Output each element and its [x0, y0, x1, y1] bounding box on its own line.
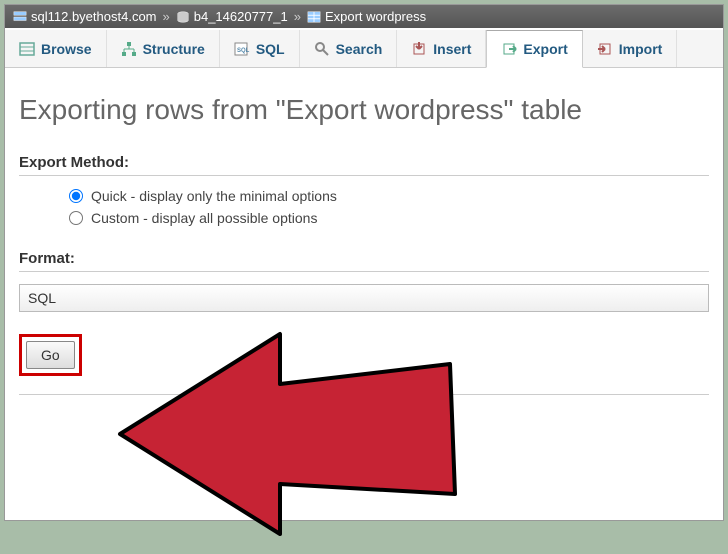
tab-browse[interactable]: Browse: [5, 30, 107, 67]
radio-custom[interactable]: Custom - display all possible options: [69, 210, 709, 226]
breadcrumb: sql112.byethost4.com » b4_14620777_1 » E…: [5, 5, 723, 28]
tab-structure[interactable]: Structure: [107, 30, 220, 67]
radio-custom-input[interactable]: [69, 211, 83, 225]
radio-custom-label: Custom - display all possible options: [91, 210, 317, 226]
search-icon: [314, 41, 330, 57]
breadcrumb-separator: »: [294, 9, 301, 24]
breadcrumb-table-text: Export wordpress: [325, 9, 426, 24]
tab-export-label: Export: [523, 41, 567, 57]
tab-search[interactable]: Search: [300, 30, 398, 67]
breadcrumb-database[interactable]: b4_14620777_1: [176, 9, 288, 24]
insert-icon: [411, 41, 427, 57]
tab-sql[interactable]: SQL SQL: [220, 30, 300, 67]
radio-quick-input[interactable]: [69, 189, 83, 203]
database-icon: [176, 10, 190, 24]
tab-structure-label: Structure: [143, 41, 205, 57]
tab-insert-label: Insert: [433, 41, 471, 57]
tab-search-label: Search: [336, 41, 383, 57]
main-content: Exporting rows from "Export wordpress" t…: [5, 68, 723, 407]
export-method-label: Export Method:: [19, 154, 709, 176]
tab-insert[interactable]: Insert: [397, 30, 486, 67]
format-value: SQL: [28, 290, 56, 306]
radio-quick-label: Quick - display only the minimal options: [91, 188, 337, 204]
app-frame: sql112.byethost4.com » b4_14620777_1 » E…: [4, 4, 724, 521]
breadcrumb-server-text: sql112.byethost4.com: [31, 9, 157, 24]
breadcrumb-separator: »: [163, 9, 170, 24]
tab-export[interactable]: Export: [486, 30, 582, 68]
go-button[interactable]: Go: [26, 341, 75, 369]
tab-import[interactable]: Import: [583, 30, 678, 67]
tab-import-label: Import: [619, 41, 663, 57]
go-highlight: Go: [19, 334, 82, 376]
export-icon: [501, 41, 517, 57]
tab-browse-label: Browse: [41, 41, 92, 57]
breadcrumb-server[interactable]: sql112.byethost4.com: [13, 9, 157, 24]
radio-quick[interactable]: Quick - display only the minimal options: [69, 188, 709, 204]
import-icon: [597, 41, 613, 57]
sql-icon: SQL: [234, 41, 250, 57]
page-title: Exporting rows from "Export wordpress" t…: [19, 94, 709, 126]
browse-icon: [19, 41, 35, 57]
format-select[interactable]: SQL: [19, 284, 709, 312]
export-method-group: Quick - display only the minimal options…: [69, 188, 709, 226]
table-icon: [307, 10, 321, 24]
format-label: Format:: [19, 250, 709, 272]
structure-icon: [121, 41, 137, 57]
tab-sql-label: SQL: [256, 41, 285, 57]
breadcrumb-table[interactable]: Export wordpress: [307, 9, 426, 24]
server-icon: [13, 10, 27, 24]
divider: [19, 394, 709, 395]
tab-bar: Browse Structure SQL SQL Search Insert E…: [5, 30, 723, 68]
breadcrumb-database-text: b4_14620777_1: [194, 9, 288, 24]
svg-text:SQL: SQL: [237, 48, 250, 54]
